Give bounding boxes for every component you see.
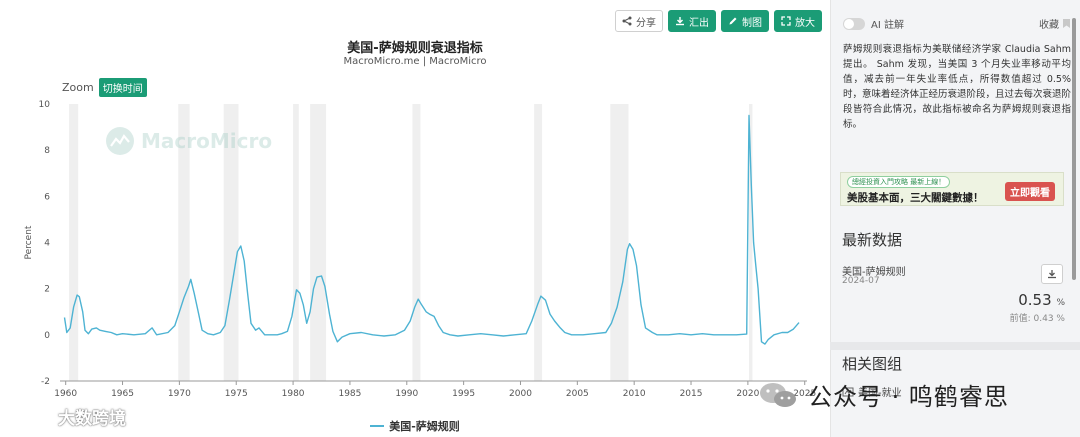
x-tick-label: 1975: [225, 389, 248, 399]
latest-download-button[interactable]: [1041, 264, 1063, 284]
corner-brand: 大数跨境: [12, 404, 126, 429]
latest-item-value: 0.53 %: [900, 291, 1065, 309]
y-axis-label: Percent: [24, 225, 34, 259]
indicator-description: 萨姆规则衰退指标为美联储经济学家 Claudia Sahm 提出。 Sahm 发…: [843, 44, 1072, 130]
promo-banner[interactable]: 總經投資入門攻略 最新上線！ 美股基本面，三大關鍵數據！ 立即觀看: [840, 172, 1064, 206]
x-tick-label: 2020: [736, 389, 759, 399]
latest-value-unit: %: [1056, 298, 1065, 308]
wechat-icon: [760, 382, 796, 407]
panel-scrollbar[interactable]: [1072, 18, 1076, 280]
ai-annotation-toggle[interactable]: [843, 17, 865, 30]
corner-brand-text: 大数跨境: [58, 409, 126, 429]
y-tick-label: 2: [44, 285, 50, 295]
x-tick-label: 1970: [168, 389, 191, 399]
favorite-button[interactable]: 收藏: [1039, 16, 1071, 31]
latest-data-title: 最新数据: [842, 231, 903, 249]
wechat-watermark-text: 公众号 · 鸣鹤睿思: [808, 383, 1009, 411]
line-chart: -2 0 2 4 6 8 10 1960 1965 1970 1975 1980 1985 1990 199…: [24, 100, 816, 399]
latest-item-previous: 前值: 0.43 %: [1009, 314, 1065, 324]
legend-series-name: 美国-萨姆规则: [389, 420, 460, 433]
download-icon: [1048, 270, 1056, 279]
y-tick-label: 0: [44, 331, 50, 341]
y-tick-label: 8: [44, 146, 50, 156]
x-tick-label: 1995: [452, 389, 475, 399]
x-tick-label: 1990: [395, 389, 418, 399]
y-tick-label: 4: [44, 239, 50, 249]
favorite-label: 收藏: [1039, 20, 1059, 31]
legend-line-swatch: [370, 425, 385, 427]
x-tick-label: 2000: [509, 389, 532, 399]
x-tick-label: 2015: [680, 389, 703, 399]
recession-band: [412, 104, 421, 381]
x-tick-label: 1965: [111, 389, 134, 399]
brand-logo-icon: [13, 408, 52, 424]
recession-band: [310, 104, 327, 381]
x-tick-label: 1985: [338, 389, 361, 399]
macromicro-logo-icon: [106, 127, 134, 155]
bookmark-icon: [1063, 19, 1070, 28]
ai-annotation-label: AI 註解: [871, 20, 904, 31]
recession-band: [69, 104, 79, 381]
banner-main-text: 美股基本面，三大關鍵數據！: [847, 192, 984, 204]
latest-item-date: 2024-07: [842, 276, 880, 286]
x-tick-label: 2010: [623, 389, 646, 399]
panel-divider: [830, 342, 1080, 350]
x-tick-label: 2005: [566, 389, 589, 399]
banner-top-text: 總經投資入門攻略 最新上線！: [847, 176, 951, 188]
wechat-watermark: 公众号 · 鸣鹤睿思: [758, 377, 1009, 412]
y-tick-label: 6: [44, 192, 50, 202]
recession-band: [610, 104, 629, 381]
related-charts-title: 相关图组: [842, 355, 903, 373]
x-tick-label: 1980: [282, 389, 305, 399]
watermark-text: MacroMicro: [141, 129, 273, 153]
panel-header: AI 註解 收藏: [843, 16, 1071, 31]
banner-cta-button[interactable]: 立即觀看: [1005, 182, 1055, 201]
recession-band: [293, 104, 299, 381]
y-tick-label: 10: [39, 100, 51, 110]
macromicro-watermark: MacroMicro: [105, 126, 272, 156]
y-tick-label: -2: [41, 377, 50, 387]
recession-band: [534, 104, 543, 381]
latest-value-number: 0.53: [1018, 291, 1052, 309]
x-tick-label: 1960: [54, 389, 77, 399]
